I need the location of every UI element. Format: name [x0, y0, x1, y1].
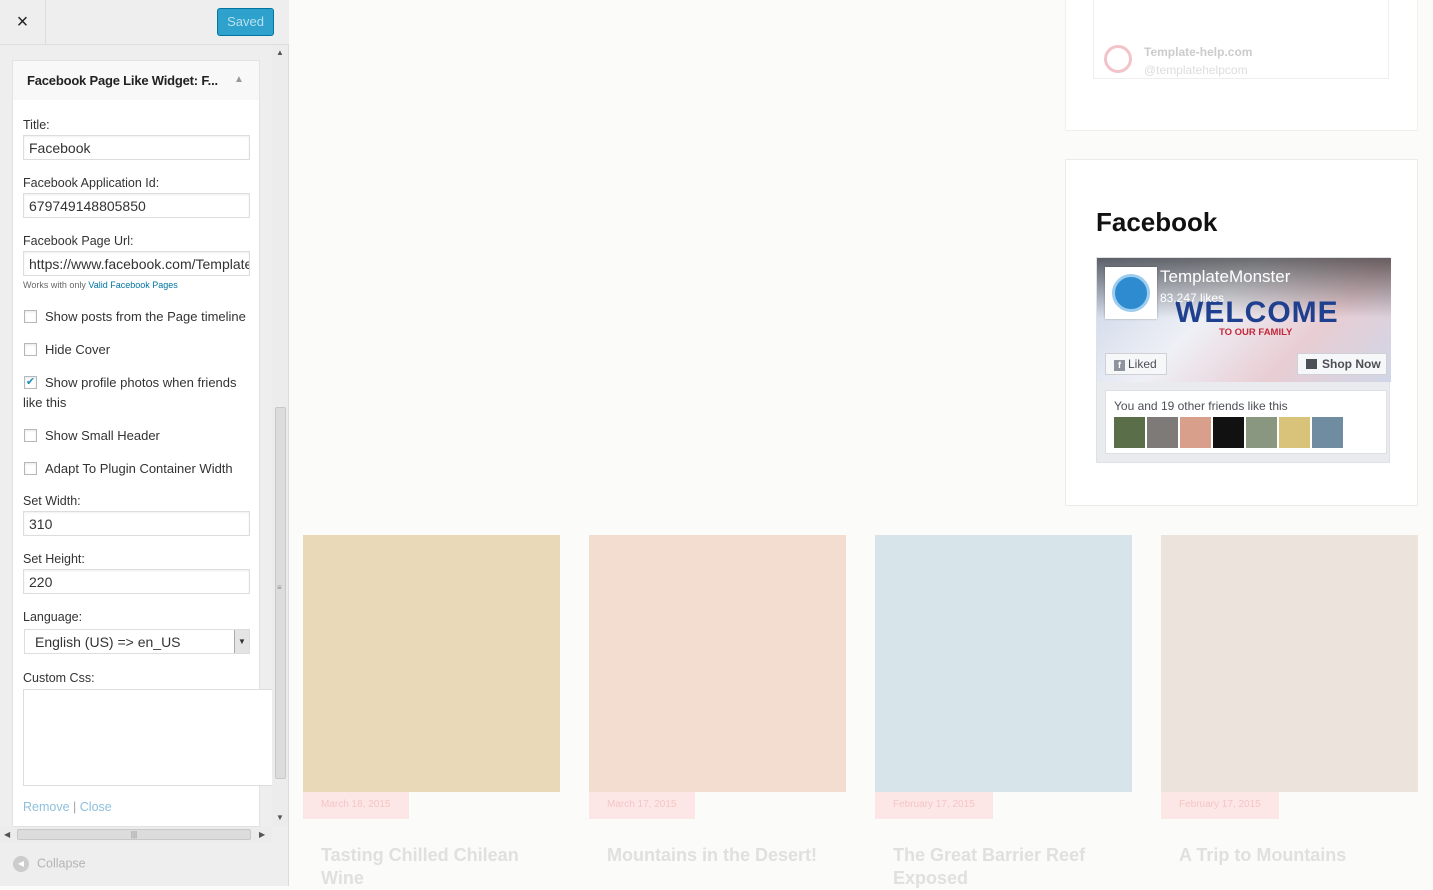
- facebook-widget-card: Facebook WELCOME TO OUR FAMILY TemplateM…: [1065, 159, 1418, 506]
- valid-pages-link[interactable]: Valid Facebook Pages: [88, 280, 177, 290]
- post-image[interactable]: [875, 535, 1132, 792]
- page-url-input[interactable]: https://www.facebook.com/TemplateMonster: [23, 251, 250, 276]
- post-date: February 17, 2015: [875, 792, 993, 819]
- post-card[interactable]: February 17, 2015 The Great Barrier Reef…: [875, 535, 1132, 888]
- post-title[interactable]: Mountains in the Desert!: [607, 844, 837, 867]
- shopping-bag-icon: [1306, 359, 1317, 369]
- collapse-button[interactable]: ◀ Collapse: [13, 856, 86, 872]
- widget-form: Title: Facebook Facebook Application Id:…: [12, 100, 274, 827]
- custom-css-label: Custom Css:: [23, 671, 95, 685]
- shop-now-label: Shop Now: [1322, 357, 1381, 371]
- post-image[interactable]: [1161, 535, 1418, 792]
- adapt-width-checkbox[interactable]: [24, 462, 37, 475]
- post-title[interactable]: Tasting Chilled Chilean Wine: [321, 844, 551, 890]
- custom-css-textarea[interactable]: [23, 689, 274, 786]
- facebook-cover[interactable]: WELCOME TO OUR FAMILY TemplateMonster 83…: [1097, 258, 1391, 382]
- show-faces-label: Show profile photos when friends like th…: [23, 375, 237, 410]
- separator: |: [73, 800, 77, 814]
- caret-up-icon[interactable]: ▲: [234, 74, 244, 85]
- note-prefix: Works with only: [23, 280, 86, 290]
- collapse-icon: ◀: [13, 856, 29, 872]
- width-label: Set Width:: [23, 494, 81, 508]
- post-date: March 18, 2015: [303, 792, 409, 819]
- hide-cover-label: Hide Cover: [45, 342, 111, 357]
- twitter-feed: Template-help.com @templatehelpcom: [1093, 0, 1389, 79]
- liked-label: Liked: [1128, 357, 1157, 371]
- remove-link[interactable]: Remove: [23, 800, 70, 814]
- twitter-name[interactable]: Template-help.com: [1144, 45, 1252, 59]
- scroll-up-icon[interactable]: ▲: [276, 48, 284, 57]
- friend-avatar[interactable]: [1114, 417, 1145, 448]
- twitter-widget-card: Template-help.com @templatehelpcom: [1065, 0, 1418, 131]
- height-input[interactable]: 220: [23, 569, 250, 594]
- width-input[interactable]: 310: [23, 511, 250, 536]
- scroll-right-icon[interactable]: ▶: [259, 830, 265, 839]
- post-card[interactable]: March 17, 2015 Mountains in the Desert!: [589, 535, 846, 886]
- widget-title: Facebook Page Like Widget: F...: [27, 73, 218, 88]
- small-header-checkbox[interactable]: [24, 429, 37, 442]
- dropdown-arrow-icon[interactable]: ▼: [234, 630, 249, 653]
- friend-avatar[interactable]: [1279, 417, 1310, 448]
- collapse-label: Collapse: [37, 856, 86, 871]
- url-note: Works with only Valid Facebook Pages: [23, 280, 178, 290]
- close-link[interactable]: Close: [80, 800, 112, 814]
- hscroll-thumb[interactable]: |||: [17, 829, 251, 840]
- cover-welcome-sub: TO OUR FAMILY: [1219, 327, 1293, 338]
- friends-text: You and 19 other friends like this: [1114, 399, 1288, 413]
- vertical-scrollbar[interactable]: ▲ ≡ ▼: [272, 45, 288, 827]
- post-date: March 17, 2015: [589, 792, 695, 819]
- show-posts-label: Show posts from the Page timeline: [45, 309, 246, 324]
- post-card[interactable]: February 17, 2015 A Trip to Mountains: [1161, 535, 1418, 886]
- post-date: February 17, 2015: [1161, 792, 1279, 819]
- friend-avatar[interactable]: [1147, 417, 1178, 448]
- title-input[interactable]: Facebook: [23, 135, 250, 160]
- page-url-label: Facebook Page Url:: [23, 234, 134, 248]
- widget-actions: Remove | Close: [23, 800, 112, 814]
- scroll-thumb[interactable]: ≡: [275, 407, 286, 779]
- language-label: Language:: [23, 610, 83, 624]
- friends-box: You and 19 other friends like this: [1105, 390, 1387, 454]
- shop-now-button[interactable]: Shop Now: [1297, 353, 1387, 375]
- friend-avatar[interactable]: [1213, 417, 1244, 448]
- scroll-left-icon[interactable]: ◀: [4, 830, 10, 839]
- hide-cover-checkbox[interactable]: [24, 343, 37, 356]
- page-name[interactable]: TemplateMonster: [1160, 267, 1290, 287]
- scroll-down-icon[interactable]: ▼: [276, 813, 284, 822]
- horizontal-scrollbar[interactable]: ◀ ||| ▶: [0, 827, 272, 843]
- height-label: Set Height:: [23, 552, 85, 566]
- title-label: Title:: [23, 118, 50, 132]
- close-icon[interactable]: ×: [0, 0, 46, 45]
- language-value: English (US) => en_US: [35, 634, 181, 650]
- page-likes: 83,247 likes: [1160, 291, 1225, 305]
- customizer-panel: × Saved Facebook Page Like Widget: F... …: [0, 0, 289, 886]
- page-avatar[interactable]: [1105, 267, 1157, 319]
- show-posts-checkbox[interactable]: [24, 310, 37, 323]
- twitter-handle[interactable]: @templatehelpcom: [1144, 63, 1248, 77]
- adapt-width-label: Adapt To Plugin Container Width: [45, 461, 233, 476]
- liked-button[interactable]: f Liked: [1105, 353, 1167, 375]
- friend-avatar[interactable]: [1246, 417, 1277, 448]
- small-header-label: Show Small Header: [45, 428, 160, 443]
- language-select[interactable]: English (US) => en_US ▼: [24, 629, 250, 654]
- facebook-page-plugin: WELCOME TO OUR FAMILY TemplateMonster 83…: [1096, 257, 1391, 463]
- app-id-input[interactable]: 679749148805850: [23, 193, 250, 218]
- friend-avatar[interactable]: [1180, 417, 1211, 448]
- post-title[interactable]: The Great Barrier Reef Exposed: [893, 844, 1123, 890]
- post-image[interactable]: [589, 535, 846, 792]
- panel-header: × Saved: [0, 0, 289, 45]
- facebook-heading: Facebook: [1096, 207, 1218, 237]
- saved-button[interactable]: Saved: [217, 8, 274, 36]
- post-image[interactable]: [303, 535, 560, 792]
- widget-title-bar[interactable]: Facebook Page Like Widget: F... ▲: [12, 60, 260, 101]
- facebook-f-icon: f: [1114, 360, 1125, 371]
- app-id-label: Facebook Application Id:: [23, 176, 160, 190]
- friend-avatar[interactable]: [1312, 417, 1343, 448]
- lifebuoy-icon: [1104, 45, 1132, 73]
- grip-icon: ≡: [277, 583, 282, 592]
- post-title[interactable]: A Trip to Mountains: [1179, 844, 1409, 867]
- monster-logo-icon: [1112, 274, 1150, 312]
- post-card[interactable]: March 18, 2015 Tasting Chilled Chilean W…: [303, 535, 560, 888]
